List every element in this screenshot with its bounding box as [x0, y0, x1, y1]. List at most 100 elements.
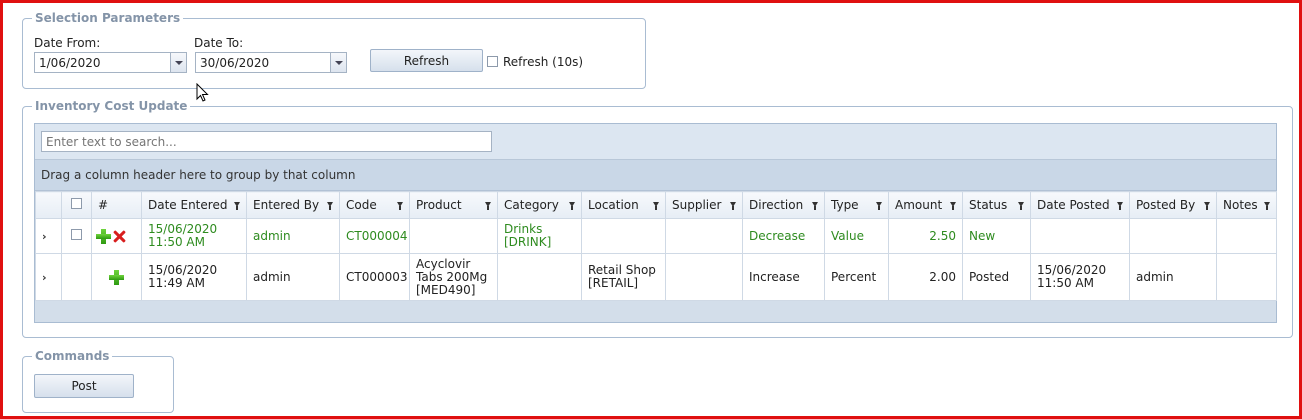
grid-search-input[interactable]: [41, 131, 492, 152]
column-header-label: Type: [831, 198, 859, 212]
column-header-label: Status: [969, 198, 1008, 212]
filter-icon[interactable]: [812, 202, 818, 210]
column-header-date-posted[interactable]: Date Posted: [1030, 191, 1130, 219]
add-icon[interactable]: [96, 228, 111, 244]
table-row[interactable]: › 15/06/2020 11:49 AM admin CT000003 Acyc…: [35, 253, 1277, 301]
date-from-combo[interactable]: [34, 52, 187, 73]
cell-entered-by: admin: [246, 218, 340, 254]
auto-refresh-label: Refresh (10s): [503, 55, 584, 69]
column-header-type[interactable]: Type: [824, 191, 889, 219]
date-to-dropdown-button[interactable]: [330, 53, 346, 72]
group-by-panel[interactable]: Drag a column header here to group by th…: [35, 160, 1276, 191]
filter-icon[interactable]: [485, 202, 491, 210]
cell-category-line: Drinks: [504, 222, 543, 236]
column-header-category[interactable]: Category: [497, 191, 582, 219]
filter-icon[interactable]: [1204, 202, 1210, 210]
column-header-label: Amount: [895, 198, 943, 212]
filter-icon[interactable]: [950, 202, 956, 210]
filter-icon[interactable]: [327, 202, 333, 210]
cell-location: Retail Shop [RETAIL]: [581, 253, 666, 301]
add-icon[interactable]: [109, 269, 124, 285]
column-header-date-entered[interactable]: Date Entered: [141, 191, 247, 219]
cell-date-posted: [1030, 218, 1130, 254]
date-to-input[interactable]: [196, 53, 329, 72]
filter-icon[interactable]: [1264, 202, 1270, 210]
column-header-product[interactable]: Product: [409, 191, 498, 219]
filter-icon[interactable]: [1018, 202, 1024, 210]
cell-category: Drinks [DRINK]: [497, 218, 582, 254]
row-select-cell[interactable]: [61, 218, 92, 254]
filter-icon[interactable]: [653, 202, 659, 210]
cell-status: New: [962, 218, 1031, 254]
cell-direction: Decrease: [742, 218, 825, 254]
filter-icon[interactable]: [730, 202, 736, 210]
cell-posted-by: [1129, 218, 1217, 254]
date-from-input[interactable]: [35, 53, 169, 72]
column-header-status[interactable]: Status: [962, 191, 1031, 219]
cell-location-line: Retail Shop: [588, 263, 656, 277]
column-header-label: Code: [346, 198, 377, 212]
window-frame: Selection Parameters Date From: Date To:…: [0, 0, 1302, 419]
selection-parameters-panel: Selection Parameters: [22, 11, 646, 89]
column-header-label: Category: [504, 198, 559, 212]
chevron-right-icon[interactable]: ›: [42, 230, 47, 243]
commands-legend: Commands: [35, 349, 110, 363]
filter-icon[interactable]: [1117, 202, 1123, 210]
row-select-checkbox[interactable]: [71, 229, 82, 240]
cell-type: Value: [824, 218, 889, 254]
row-select-cell: [61, 253, 92, 301]
select-all-column-header[interactable]: [61, 191, 92, 219]
auto-refresh-checkbox[interactable]: [487, 56, 498, 67]
cell-amount: 2.00: [888, 253, 963, 301]
column-header-label: Direction: [749, 198, 804, 212]
cell-date-posted: 15/06/2020 11:50 AM: [1030, 253, 1130, 301]
cell-direction: Increase: [742, 253, 825, 301]
cell-notes: [1216, 218, 1277, 254]
delete-icon[interactable]: [113, 230, 126, 243]
filter-icon[interactable]: [397, 202, 403, 210]
date-from-label: Date From:: [34, 36, 101, 50]
cell-date-line: 15/06/2020: [1037, 263, 1107, 277]
column-header-posted-by[interactable]: Posted By: [1129, 191, 1217, 219]
cell-location: [581, 218, 666, 254]
cell-status: Posted: [962, 253, 1031, 301]
filter-icon[interactable]: [234, 202, 240, 210]
cell-category: [497, 253, 582, 301]
cell-date-entered: 15/06/2020 11:50 AM: [141, 218, 247, 254]
filter-icon[interactable]: [876, 202, 882, 210]
cell-amount: 2.50: [888, 218, 963, 254]
column-header-label: Date Entered: [148, 198, 228, 212]
expand-column-header: [35, 191, 62, 219]
column-header-supplier[interactable]: Supplier: [665, 191, 743, 219]
post-button[interactable]: Post: [34, 374, 134, 398]
table-row[interactable]: › 15/06/2020 11:50 AM admin CT000004 Drin…: [35, 218, 1277, 254]
cell-entered-by: admin: [246, 253, 340, 301]
column-header-number[interactable]: #: [91, 191, 142, 219]
column-header-entered-by[interactable]: Entered By: [246, 191, 340, 219]
refresh-button[interactable]: Refresh: [370, 49, 483, 72]
date-to-combo[interactable]: [195, 52, 347, 73]
select-all-checkbox[interactable]: [71, 198, 82, 209]
column-header-amount[interactable]: Amount: [888, 191, 963, 219]
inventory-table: # Date Entered Entered By Code Product C…: [35, 191, 1277, 301]
date-from-dropdown-button[interactable]: [170, 53, 186, 72]
row-expand-toggle[interactable]: ›: [35, 218, 62, 254]
column-header-location[interactable]: Location: [581, 191, 666, 219]
cell-date-line: 15/06/2020: [148, 263, 218, 277]
column-header-notes[interactable]: Notes: [1216, 191, 1277, 219]
chevron-right-icon[interactable]: ›: [42, 271, 47, 284]
cell-time-line: 11:50 AM: [1037, 276, 1094, 290]
column-header-direction[interactable]: Direction: [742, 191, 825, 219]
row-actions-cell: [91, 218, 142, 254]
row-expand-toggle[interactable]: ›: [35, 253, 62, 301]
date-to-label: Date To:: [194, 36, 244, 50]
chevron-down-icon: [334, 60, 343, 65]
cell-category-code: [DRINK]: [504, 235, 552, 249]
cell-location-code: [RETAIL]: [588, 276, 639, 290]
filter-icon[interactable]: [569, 202, 575, 210]
cell-posted-by: admin: [1129, 253, 1217, 301]
chevron-down-icon: [174, 60, 183, 65]
column-header-code[interactable]: Code: [339, 191, 410, 219]
cell-product-line: Acyclovir: [416, 256, 471, 271]
column-header-label: Supplier: [672, 198, 722, 212]
